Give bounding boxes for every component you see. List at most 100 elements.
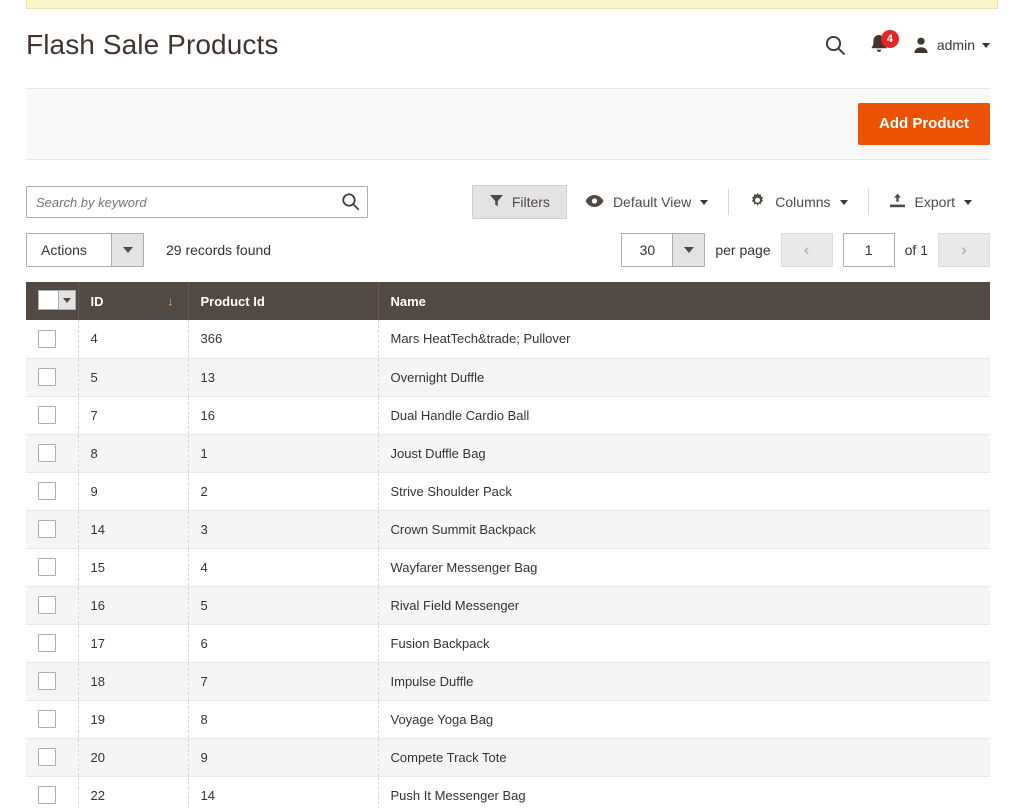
chevron-down-icon [840, 200, 848, 205]
row-checkbox[interactable] [38, 368, 56, 386]
chevron-down-icon [700, 200, 708, 205]
cell-product-id: 13 [188, 358, 378, 396]
user-icon [912, 36, 930, 54]
columns-label: Columns [775, 194, 830, 210]
products-table: ID ↓ Product Id Name 4366Mars HeatTech&t… [26, 282, 990, 808]
export-dropdown[interactable]: Export [871, 187, 990, 218]
cell-name: Crown Summit Backpack [378, 510, 990, 548]
previous-page-button[interactable]: ‹ [781, 233, 833, 267]
row-select-cell [26, 624, 78, 662]
page-actions-bar: Add Product [26, 88, 990, 160]
cell-id: 14 [78, 510, 188, 548]
cell-id: 9 [78, 472, 188, 510]
row-checkbox[interactable] [38, 672, 56, 690]
row-select-cell [26, 548, 78, 586]
cell-id: 20 [78, 738, 188, 776]
row-checkbox[interactable] [38, 482, 56, 500]
cell-product-id: 14 [188, 776, 378, 808]
grid-toolbar-right: Filters Default View [472, 185, 990, 219]
chevron-down-icon[interactable] [111, 234, 143, 266]
page-header: Flash Sale Products 4 [0, 9, 1024, 81]
total-pages-label: of 1 [905, 242, 928, 258]
per-page-label: per page [715, 242, 770, 258]
cell-product-id: 2 [188, 472, 378, 510]
column-header-id-label: ID [91, 294, 104, 309]
user-menu[interactable]: admin [912, 36, 990, 54]
search-icon[interactable] [341, 192, 360, 216]
cell-id: 16 [78, 586, 188, 624]
row-select-cell [26, 396, 78, 434]
columns-dropdown[interactable]: Columns [731, 186, 865, 218]
mass-actions-select[interactable]: Actions [26, 233, 144, 267]
current-page-input[interactable] [843, 233, 895, 267]
row-checkbox[interactable] [38, 406, 56, 424]
row-checkbox[interactable] [38, 710, 56, 728]
cell-id: 5 [78, 358, 188, 396]
default-view-label: Default View [613, 194, 691, 210]
row-checkbox[interactable] [38, 748, 56, 766]
row-checkbox[interactable] [38, 634, 56, 652]
table-row[interactable]: 716Dual Handle Cardio Ball [26, 396, 990, 434]
table-header-row: ID ↓ Product Id Name [26, 282, 990, 320]
row-checkbox[interactable] [38, 330, 56, 348]
cell-name: Overnight Duffle [378, 358, 990, 396]
products-grid: ID ↓ Product Id Name 4366Mars HeatTech&t… [26, 282, 990, 808]
table-row[interactable]: 198Voyage Yoga Bag [26, 700, 990, 738]
table-row[interactable]: 513Overnight Duffle [26, 358, 990, 396]
column-header-id[interactable]: ID ↓ [78, 282, 188, 320]
cell-product-id: 4 [188, 548, 378, 586]
cell-name: Compete Track Tote [378, 738, 990, 776]
select-all-checkbox-dropdown[interactable] [38, 290, 76, 310]
cell-name: Voyage Yoga Bag [378, 700, 990, 738]
per-page-select[interactable]: 30 [621, 233, 705, 267]
table-row[interactable]: 176Fusion Backpack [26, 624, 990, 662]
cell-id: 8 [78, 434, 188, 472]
table-row[interactable]: 165Rival Field Messenger [26, 586, 990, 624]
notifications-button[interactable]: 4 [868, 33, 890, 57]
cell-id: 17 [78, 624, 188, 662]
cell-product-id: 6 [188, 624, 378, 662]
column-header-name[interactable]: Name [378, 282, 990, 320]
add-product-button[interactable]: Add Product [858, 103, 990, 146]
table-row[interactable]: 187Impulse Duffle [26, 662, 990, 700]
bell-icon: 4 [868, 33, 890, 57]
row-checkbox[interactable] [38, 444, 56, 462]
row-checkbox[interactable] [38, 558, 56, 576]
table-row[interactable]: 81Joust Duffle Bag [26, 434, 990, 472]
filters-button[interactable]: Filters [472, 185, 567, 219]
chevron-down-icon[interactable] [58, 291, 75, 309]
search-icon[interactable] [824, 34, 846, 56]
table-row[interactable]: 4366Mars HeatTech&trade; Pullover [26, 320, 990, 358]
table-row[interactable]: 143Crown Summit Backpack [26, 510, 990, 548]
page-title: Flash Sale Products [26, 28, 824, 62]
select-all-header [26, 282, 78, 320]
default-view-dropdown[interactable]: Default View [567, 188, 726, 217]
next-page-button[interactable]: › [938, 233, 990, 267]
search-input[interactable] [26, 186, 368, 218]
row-select-cell [26, 434, 78, 472]
filters-label: Filters [512, 194, 550, 210]
table-row[interactable]: 2214Push It Messenger Bag [26, 776, 990, 808]
admin-page: Flash Sale Products 4 [0, 0, 1024, 808]
table-row[interactable]: 209Compete Track Tote [26, 738, 990, 776]
column-header-product-id[interactable]: Product Id [188, 282, 378, 320]
pager: 30 per page ‹ of 1 › [621, 233, 990, 267]
select-all-checkbox[interactable] [39, 291, 58, 309]
toolbar-divider [868, 189, 869, 215]
eye-icon [585, 194, 604, 211]
cell-id: 7 [78, 396, 188, 434]
row-select-cell [26, 700, 78, 738]
row-checkbox[interactable] [38, 520, 56, 538]
chevron-down-icon[interactable] [672, 234, 704, 266]
row-checkbox[interactable] [38, 786, 56, 804]
table-row[interactable]: 92Strive Shoulder Pack [26, 472, 990, 510]
cell-product-id: 1 [188, 434, 378, 472]
mass-actions-value: Actions [27, 234, 111, 266]
table-row[interactable]: 154Wayfarer Messenger Bag [26, 548, 990, 586]
row-select-cell [26, 586, 78, 624]
export-label: Export [915, 194, 955, 210]
notification-count-badge: 4 [881, 30, 899, 48]
cell-product-id: 9 [188, 738, 378, 776]
cell-product-id: 7 [188, 662, 378, 700]
row-checkbox[interactable] [38, 596, 56, 614]
